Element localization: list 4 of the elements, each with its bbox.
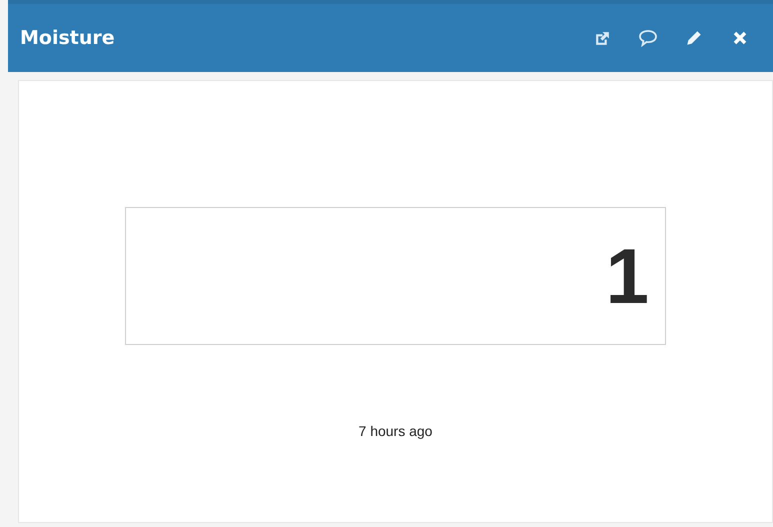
panel-title: Moisture	[20, 26, 115, 51]
comment-icon[interactable]	[637, 27, 659, 49]
reading-value: 1	[606, 237, 649, 315]
updated-time: 7 hours ago	[358, 422, 432, 441]
